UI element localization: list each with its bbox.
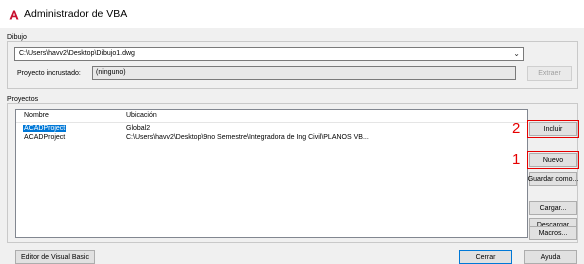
drawing-select[interactable]: C:\Users\havv2\Desktop\Dibujo1.dwg ⌄ [14, 47, 524, 61]
annotation-box-new [527, 151, 579, 169]
list-item[interactable]: ACADProject C:\Users\havv2\Desktop\9no S… [16, 134, 527, 143]
help-button[interactable]: Ayuda [524, 250, 577, 264]
extract-button[interactable]: Extraer [527, 66, 572, 81]
column-header-location[interactable]: Ubicación [126, 112, 157, 119]
list-item[interactable]: ACADProject Global2 [16, 125, 527, 134]
header-divider [16, 122, 527, 123]
project-name: ACADProject [24, 134, 66, 141]
title-bar: Administrador de VBA [0, 0, 584, 28]
chevron-down-icon[interactable]: ⌄ [513, 49, 520, 58]
project-name: ACADProject [23, 125, 67, 132]
embedded-project-label: Proyecto incrustado: [17, 70, 81, 77]
annotation-box-load [527, 120, 579, 138]
project-location: Global2 [126, 125, 151, 132]
project-location: C:\Users\havv2\Desktop\9no Semestre\Inte… [126, 134, 369, 141]
upload-button[interactable]: Cargar... [529, 201, 577, 215]
column-header-name[interactable]: Nombre [24, 112, 49, 119]
drawing-group-label: Dibujo [7, 34, 27, 41]
annotation-marker-2: 2 [512, 120, 521, 137]
embedded-project-field: (ninguno) [92, 66, 516, 80]
vb-editor-button[interactable]: Editor de Visual Basic [15, 250, 95, 264]
embedded-project-value: (ninguno) [96, 69, 126, 76]
projects-list[interactable]: Nombre Ubicación ACADProject Global2 ACA… [15, 109, 528, 238]
drawing-select-value: C:\Users\havv2\Desktop\Dibujo1.dwg [19, 50, 135, 57]
projects-group-label: Proyectos [7, 96, 39, 103]
save-as-button[interactable]: Guardar como... [528, 172, 578, 186]
macros-button[interactable]: Macros... [529, 226, 577, 240]
annotation-marker-1: 1 [512, 151, 521, 168]
autocad-a-icon [9, 10, 19, 20]
window-title: Administrador de VBA [24, 8, 128, 20]
close-button[interactable]: Cerrar [459, 250, 512, 264]
